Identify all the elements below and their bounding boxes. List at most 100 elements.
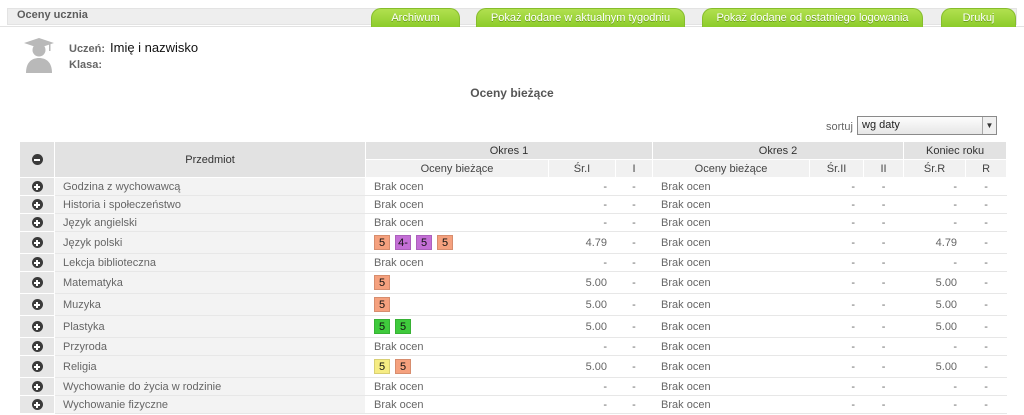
plus-circle-icon[interactable] — [31, 399, 43, 411]
period1-current-grades: 5 — [365, 271, 549, 294]
expand-row-control[interactable] — [19, 293, 55, 316]
header-p1-final: I — [614, 159, 654, 178]
header-year-final: R — [965, 159, 1008, 178]
expand-row-control[interactable] — [19, 195, 55, 214]
grade-badge[interactable]: 5 — [395, 359, 411, 374]
sort-select[interactable]: wg daty ▼ — [857, 116, 997, 135]
subject-name: Muzyka — [54, 293, 366, 316]
period1-final: - — [614, 253, 654, 272]
period2-current-grades: Brak ocen — [652, 195, 811, 214]
expand-row-control[interactable] — [19, 177, 55, 196]
expand-row-control[interactable] — [19, 253, 55, 272]
header-period-2: Okres 2 — [652, 141, 905, 160]
table-row: Wychowanie do życia w rodzinie Brak ocen -… — [19, 377, 1008, 396]
period2-average: - — [809, 377, 865, 396]
grade-badge[interactable]: 5 — [374, 235, 390, 250]
expand-row-control[interactable] — [19, 231, 55, 254]
year-average: - — [903, 195, 967, 214]
plus-circle-icon[interactable] — [31, 257, 43, 269]
expand-row-control[interactable] — [19, 355, 55, 378]
grade-badge[interactable]: 5 — [395, 319, 411, 334]
archive-button[interactable]: Archiwum — [371, 8, 460, 27]
grade-badge[interactable]: 4- — [395, 235, 411, 250]
minus-circle-icon[interactable] — [31, 154, 43, 166]
period1-final: - — [614, 293, 654, 316]
period2-final: - — [863, 395, 905, 414]
expand-row-control[interactable] — [19, 213, 55, 232]
period1-current-grades: 5 4- 5 5 — [365, 231, 549, 254]
table-row: Religia 5 5 5.00- Brak ocen - -5.00- — [19, 355, 1008, 378]
plus-circle-icon[interactable] — [31, 341, 43, 353]
subject-name: Plastyka — [54, 315, 366, 338]
period1-current-grades: 55 — [365, 355, 549, 378]
added-since-last-login-button[interactable]: Pokaż dodane od ostatniego logowania — [702, 8, 923, 27]
period2-current-grades: Brak ocen — [652, 253, 811, 272]
plus-circle-icon[interactable] — [31, 299, 43, 311]
expand-row-control[interactable] — [19, 337, 55, 356]
added-this-week-button[interactable]: Pokaż dodane w aktualnym tygodniu — [476, 8, 685, 27]
subject-name: Lekcja biblioteczna — [54, 253, 366, 272]
expand-row-control[interactable] — [19, 271, 55, 294]
subject-name: Przyroda — [54, 337, 366, 356]
year-average: - — [903, 377, 967, 396]
period1-current-grades: Brak ocen — [365, 377, 549, 396]
subject-name: Religia — [54, 355, 366, 378]
header-year-end: Koniec roku — [903, 141, 1008, 160]
period1-average: 5.00 — [548, 315, 616, 338]
period2-final: - — [863, 315, 905, 338]
plus-circle-icon[interactable] — [31, 381, 43, 393]
year-average: - — [903, 177, 967, 196]
year-final: - — [965, 293, 1008, 316]
year-average: 5.00 — [903, 315, 967, 338]
period1-average: 4.79 — [548, 231, 616, 254]
grade-badge[interactable]: 5 — [374, 297, 390, 312]
plus-circle-icon[interactable] — [31, 321, 43, 333]
period2-final: - — [863, 377, 905, 396]
period1-current-grades: Brak ocen — [365, 337, 549, 356]
header-p1-current: Oceny bieżące — [365, 159, 549, 178]
period1-final: - — [614, 377, 654, 396]
period2-final: - — [863, 271, 905, 294]
period2-current-grades: Brak ocen — [652, 315, 811, 338]
subject-name: Język polski — [54, 231, 366, 254]
chevron-down-icon[interactable]: ▼ — [982, 117, 996, 134]
period1-current-grades: Brak ocen — [365, 195, 549, 214]
section-title: Oceny bieżące — [470, 86, 554, 100]
expand-row-control[interactable] — [19, 395, 55, 414]
plus-circle-icon[interactable] — [31, 277, 43, 289]
grade-badge[interactable]: 5 — [374, 275, 390, 290]
plus-circle-icon[interactable] — [31, 217, 43, 229]
period1-final: - — [614, 337, 654, 356]
period2-current-grades: Brak ocen — [652, 271, 811, 294]
plus-circle-icon[interactable] — [31, 181, 43, 193]
plus-circle-icon[interactable] — [31, 237, 43, 249]
period2-average: - — [809, 177, 865, 196]
grade-badge[interactable]: 5 — [374, 319, 390, 334]
top-bar: Oceny ucznia Archiwum Pokaż dodane w akt… — [0, 0, 1024, 27]
expand-row-control[interactable] — [19, 377, 55, 396]
table-row: Matematyka 5 5.00- Brak ocen - -5.00- — [19, 271, 1008, 294]
period2-average: - — [809, 293, 865, 316]
grade-badge[interactable]: 5 — [416, 235, 432, 250]
subject-name: Język angielski — [54, 213, 366, 232]
print-button[interactable]: Drukuj — [941, 8, 1016, 27]
plus-circle-icon[interactable] — [31, 361, 43, 373]
period2-average: - — [809, 355, 865, 378]
period2-final: - — [863, 213, 905, 232]
table-row: Wychowanie fizyczne Brak ocen - - Brak ocen -… — [19, 395, 1008, 414]
period1-average: - — [548, 177, 616, 196]
subject-name: Matematyka — [54, 271, 366, 294]
collapse-all-control[interactable] — [19, 141, 55, 178]
period2-current-grades: Brak ocen — [652, 337, 811, 356]
grade-badge[interactable]: 5 — [437, 235, 453, 250]
grade-badge[interactable]: 5 — [374, 359, 390, 374]
expand-row-control[interactable] — [19, 315, 55, 338]
header-p2-final: II — [863, 159, 905, 178]
plus-circle-icon[interactable] — [31, 199, 43, 211]
subject-name: Wychowanie fizyczne — [54, 395, 366, 414]
period1-average: - — [548, 395, 616, 414]
subject-name: Historia i społeczeństwo — [54, 195, 366, 214]
period1-current-grades: Brak ocen — [365, 253, 549, 272]
year-final: - — [965, 177, 1008, 196]
period1-average: 5.00 — [548, 355, 616, 378]
